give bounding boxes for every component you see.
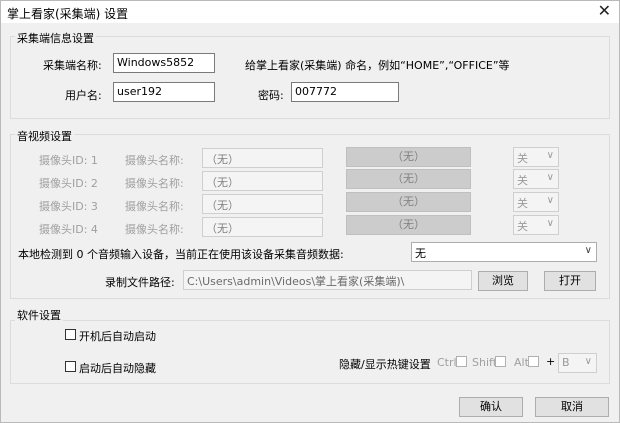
shift-checkbox[interactable] <box>495 356 506 367</box>
audio-detected-label: 本地检测到 0 个音频输入设备，当前正在使用该设备采集音频数据: <box>18 248 344 261</box>
camera-state-value: 关 <box>517 174 528 187</box>
shift-label: Shift <box>472 356 498 369</box>
camera-device-button[interactable]: （无） <box>346 215 471 235</box>
autohide-checkbox[interactable] <box>65 361 76 372</box>
window-title: 掌上看家(采集端) 设置 <box>7 7 129 21</box>
camera-name-label: 摄像头名称: <box>125 177 184 190</box>
chevron-down-icon: ∨ <box>546 218 554 229</box>
collector-name-label: 采集端名称: <box>43 59 102 72</box>
username-label: 用户名: <box>65 89 102 102</box>
plus-label: + <box>546 355 556 368</box>
software-settings-group-title: 软件设置 <box>15 307 63 323</box>
hotkey-label: 隐藏/显示热键设置 <box>339 358 431 371</box>
audio-device-select[interactable]: 无 ∨ <box>411 242 597 262</box>
camera-state-value: 关 <box>517 152 528 165</box>
title-bar: 掌上看家(采集端) 设置 ✕ <box>1 1 619 23</box>
close-icon[interactable]: ✕ <box>598 3 611 19</box>
ctrl-checkbox[interactable] <box>456 356 467 367</box>
collector-name-field[interactable]: Windows5852 <box>113 53 215 73</box>
camera-id-label: 摄像头ID: 3 <box>39 200 98 213</box>
camera-device-button[interactable]: （无） <box>346 169 471 189</box>
autostart-checkbox[interactable] <box>65 329 76 340</box>
camera-name-label: 摄像头名称: <box>125 200 184 213</box>
camera-state-value: 关 <box>517 220 528 233</box>
record-path-field[interactable]: C:\Users\admin\Videos\掌上看家(采集端)\ <box>183 270 472 290</box>
camera-state-select[interactable]: 关 ∨ <box>513 215 559 235</box>
chevron-down-icon: ∨ <box>546 195 554 206</box>
audio-device-value: 无 <box>415 247 426 260</box>
av-settings-group-title: 音视频设置 <box>15 128 74 144</box>
collector-info-group-title: 采集端信息设置 <box>15 30 96 46</box>
autostart-label: 开机后自动启动 <box>79 330 156 343</box>
ok-button[interactable]: 确认 <box>459 397 523 417</box>
chevron-down-icon: ∨ <box>584 245 592 256</box>
camera-state-select[interactable]: 关 ∨ <box>513 169 559 189</box>
alt-checkbox[interactable] <box>528 356 539 367</box>
chevron-down-icon: ∨ <box>546 172 554 183</box>
camera-name-label: 摄像头名称: <box>125 223 184 236</box>
collector-name-hint: 给掌上看家(采集端) 命名，例如“HOME”,“OFFICE”等 <box>245 59 510 72</box>
username-field[interactable]: user192 <box>113 82 215 102</box>
camera-name-field[interactable]: （无） <box>202 148 323 168</box>
chevron-down-icon: ∨ <box>584 356 592 367</box>
alt-label: Alt <box>514 356 529 369</box>
password-field[interactable]: 007772 <box>291 82 399 102</box>
camera-name-field[interactable]: （无） <box>202 171 323 191</box>
hotkey-key-value: B <box>562 356 570 369</box>
camera-state-select[interactable]: 关 ∨ <box>513 192 559 212</box>
browse-button[interactable]: 浏览 <box>478 271 528 291</box>
camera-device-button[interactable]: （无） <box>346 147 471 167</box>
chevron-down-icon: ∨ <box>546 150 554 161</box>
settings-dialog: 掌上看家(采集端) 设置 ✕ 采集端信息设置 采集端名称: Windows585… <box>0 0 620 423</box>
camera-state-select[interactable]: 关 ∨ <box>513 147 559 167</box>
autohide-label: 启动后自动隐藏 <box>79 362 156 375</box>
camera-name-label: 摄像头名称: <box>125 154 184 167</box>
hotkey-key-select[interactable]: B ∨ <box>558 353 597 373</box>
ctrl-label: Ctrl <box>437 356 457 369</box>
camera-device-button[interactable]: （无） <box>346 192 471 212</box>
cancel-button[interactable]: 取消 <box>535 397 609 417</box>
camera-name-field[interactable]: （无） <box>202 217 323 237</box>
camera-id-label: 摄像头ID: 2 <box>39 177 98 190</box>
camera-id-label: 摄像头ID: 4 <box>39 223 98 236</box>
collector-info-group <box>10 36 610 119</box>
password-label: 密码: <box>258 89 284 102</box>
camera-name-field[interactable]: （无） <box>202 194 323 214</box>
record-path-label: 录制文件路径: <box>105 276 175 289</box>
camera-state-value: 关 <box>517 197 528 210</box>
camera-id-label: 摄像头ID: 1 <box>39 154 98 167</box>
open-button[interactable]: 打开 <box>544 271 596 291</box>
